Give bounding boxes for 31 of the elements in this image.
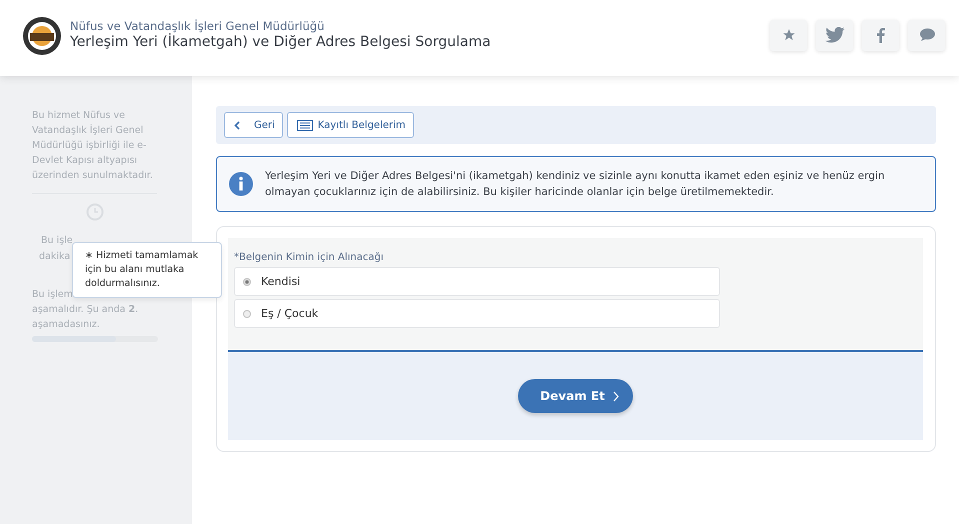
star-icon [782, 28, 796, 42]
documents-button[interactable]: Kayıtlı Belgelerim [286, 112, 414, 138]
radio-option[interactable]: Eş / Çocuk [234, 299, 720, 328]
back-button[interactable]: Geri [224, 112, 283, 138]
duration-text: dakika [39, 250, 70, 264]
organization-name: Nüfus ve Vatandaşlık İşleri Genel Müdürlüğü [70, 18, 326, 32]
facebook-button[interactable] [862, 20, 899, 50]
facebook-icon [876, 28, 884, 42]
required-field-tooltip: ∗ Hizmeti tamamlamak için bu alanı mutlaka doldurmalısınız. [72, 242, 222, 298]
service-info-text: Bu hizmet Nüfus ve Vatandaşlık İşleri Genel Müdürlüğü işbirliği ile e-Devlet Kapısı altyapısı üzerinden sunulmaktadır. [32, 109, 154, 183]
chevron-left-icon [234, 120, 240, 130]
step-text: Bu işlem [32, 288, 73, 302]
page-title: Yerleşim Yeri (İkametgah) ve Diğer Adres Belgesi Sorgulama [70, 34, 491, 50]
step-text: aşamalıdır. Şu anda 2. [32, 303, 138, 317]
twitter-button[interactable] [816, 20, 853, 50]
continue-button[interactable]: Devam Et [518, 379, 633, 413]
chevron-right-icon [612, 390, 619, 402]
duration-text: Bu işle [41, 234, 73, 248]
info-icon [229, 172, 253, 196]
chat-button[interactable] [908, 20, 945, 50]
step-text: aşamadasınız. [32, 318, 100, 332]
bird-icon [824, 27, 844, 43]
field-label: *Belgenin Kimin için Alınacağı [234, 252, 384, 263]
speech-bubble-icon [918, 28, 934, 42]
logo-icon [22, 16, 62, 56]
list-icon [296, 120, 313, 130]
info-text: Yerleşim Yeri ve Diğer Adres Belgesi'ni (ikametgah) kendiniz ve sizinle aynı konutta ikamet eden eşiniz ve henüz ergin olmayan çocuklarınız için de alabilirsiniz. Bu kişiler haricinde olanlar için belge üretilmemektedir. [265, 169, 886, 200]
star-button[interactable] [770, 20, 807, 50]
radio-button[interactable] [243, 278, 251, 286]
radio-button[interactable] [243, 310, 251, 318]
radio-option[interactable]: Kendisi [234, 267, 720, 296]
